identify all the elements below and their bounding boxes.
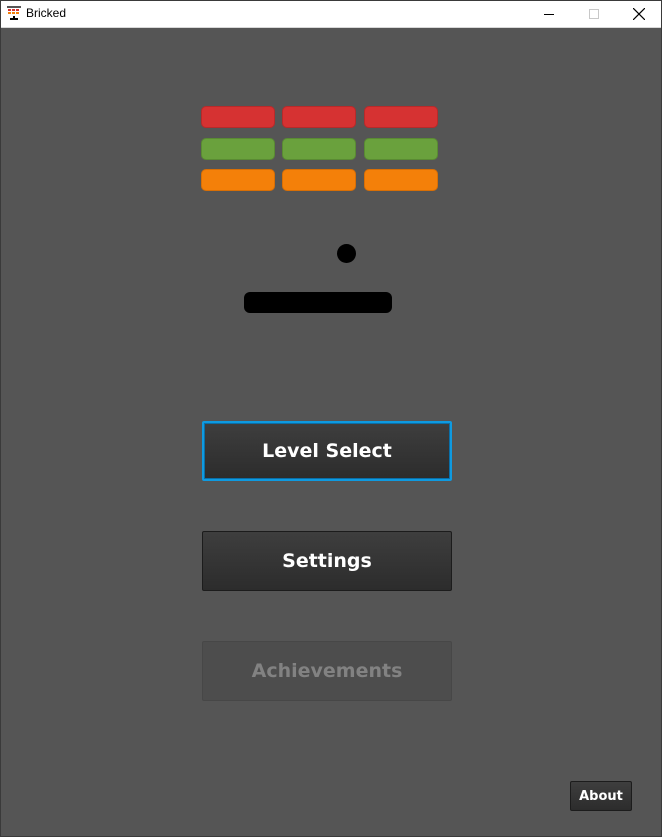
title-bar[interactable]: Bricked	[1, 1, 661, 28]
close-button[interactable]	[616, 1, 661, 27]
brick-red	[282, 106, 356, 128]
achievements-button: Achievements	[202, 641, 452, 701]
brick-red	[364, 106, 438, 128]
ball	[337, 244, 356, 263]
brick-wall-icon	[7, 6, 21, 21]
level-select-button[interactable]: Level Select	[202, 421, 452, 481]
brick-orange	[282, 169, 356, 191]
about-button[interactable]: About	[570, 781, 632, 811]
brick-orange	[364, 169, 438, 191]
paddle	[244, 292, 392, 313]
brick-red	[201, 106, 275, 128]
brick-green	[282, 138, 356, 160]
maximize-icon	[588, 9, 599, 19]
close-icon	[632, 8, 645, 20]
app-window: Bricked Level Select Settings Achievemen…	[0, 0, 662, 837]
brick-green	[201, 138, 275, 160]
window-title: Bricked	[26, 6, 67, 20]
brick-green	[364, 138, 438, 160]
minimize-icon	[543, 9, 554, 19]
brick-orange	[201, 169, 275, 191]
settings-button[interactable]: Settings	[202, 531, 452, 591]
maximize-button[interactable]	[571, 1, 616, 27]
minimize-button[interactable]	[526, 1, 571, 27]
